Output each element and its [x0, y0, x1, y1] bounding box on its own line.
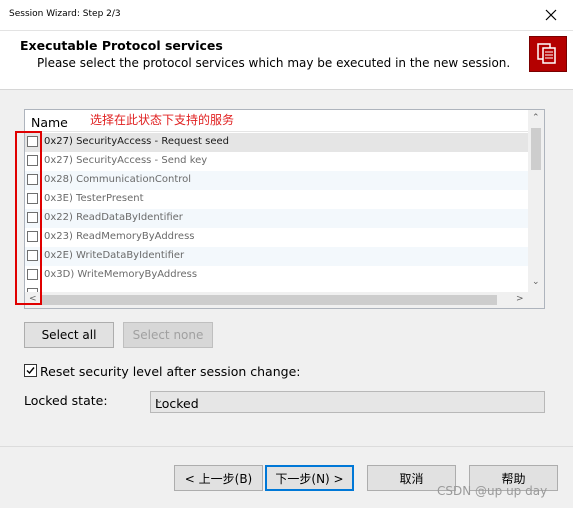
reset-security-checkbox[interactable]	[24, 364, 37, 377]
next-button[interactable]: 下一步(N) >	[265, 465, 354, 491]
window-title: Session Wizard: Step 2/3	[9, 9, 121, 19]
annotation-text: 选择在此状态下支持的服务	[90, 113, 235, 127]
watermark-text: CSDN @up up day	[437, 484, 548, 498]
close-button[interactable]	[529, 0, 573, 30]
horizontal-scrollbar[interactable]: < >	[25, 292, 544, 308]
list-item[interactable]: 0x2E) WriteDataByIdentifier	[25, 247, 530, 266]
list-item-partial[interactable]	[25, 285, 530, 292]
list-item[interactable]: 0x27) SecurityAccess - Send key	[25, 152, 530, 171]
back-button[interactable]: < 上一步(B)	[174, 465, 263, 491]
item-label: 0x27) SecurityAccess - Send key	[44, 155, 208, 166]
scroll-right-icon[interactable]: >	[516, 294, 524, 304]
list-item[interactable]: 0x23) ReadMemoryByAddress	[25, 228, 530, 247]
item-label: 0x27) SecurityAccess - Request seed	[44, 136, 230, 147]
select-all-button[interactable]: Select all	[24, 322, 114, 348]
services-list[interactable]: Name 选择在此状态下支持的服务 0x27) SecurityAccess -…	[24, 109, 545, 309]
list-item[interactable]: 0x27) SecurityAccess - Request seed	[25, 133, 530, 152]
vertical-scroll-thumb[interactable]	[531, 128, 541, 170]
item-label: 0x3E) TesterPresent	[44, 193, 144, 204]
wizard-header: Executable Protocol services Please sele…	[0, 31, 573, 90]
page-title: Executable Protocol services	[20, 38, 223, 53]
list-item[interactable]: 0x3E) TesterPresent	[25, 190, 530, 209]
scroll-down-icon[interactable]: ⌄	[532, 277, 540, 287]
item-label: 0x23) ReadMemoryByAddress	[44, 231, 195, 242]
item-label: 0x28) CommunicationControl	[44, 174, 192, 185]
title-bar: Session Wizard: Step 2/3	[0, 0, 573, 31]
horizontal-scroll-thumb[interactable]	[42, 295, 497, 305]
list-item[interactable]: 0x3D) WriteMemoryByAddress	[25, 266, 530, 285]
locked-state-label: Locked state:	[24, 393, 108, 408]
vertical-scrollbar[interactable]: ⌃ ⌄	[528, 110, 544, 292]
reset-security-label: Reset security level after session chang…	[40, 364, 301, 379]
item-label: 0x2E) WriteDataByIdentifier	[44, 250, 185, 261]
scroll-up-icon[interactable]: ⌃	[532, 113, 540, 123]
list-item[interactable]: 0x28) CommunicationControl	[25, 171, 530, 190]
documents-icon	[529, 36, 567, 72]
checkmark-icon	[26, 367, 35, 375]
annotation-highlight-box	[15, 131, 42, 305]
select-none-button[interactable]: Select none	[123, 322, 213, 348]
page-subtitle: Please select the protocol services whic…	[37, 56, 511, 70]
item-label: 0x3D) WriteMemoryByAddress	[44, 269, 198, 280]
item-label: 0x22) ReadDataByIdentifier	[44, 212, 183, 223]
chevron-down-icon: ⌄	[155, 395, 164, 406]
close-icon	[545, 9, 557, 21]
list-item[interactable]: 0x22) ReadDataByIdentifier	[25, 209, 530, 228]
locked-state-select[interactable]: Locked ⌄	[150, 391, 545, 413]
